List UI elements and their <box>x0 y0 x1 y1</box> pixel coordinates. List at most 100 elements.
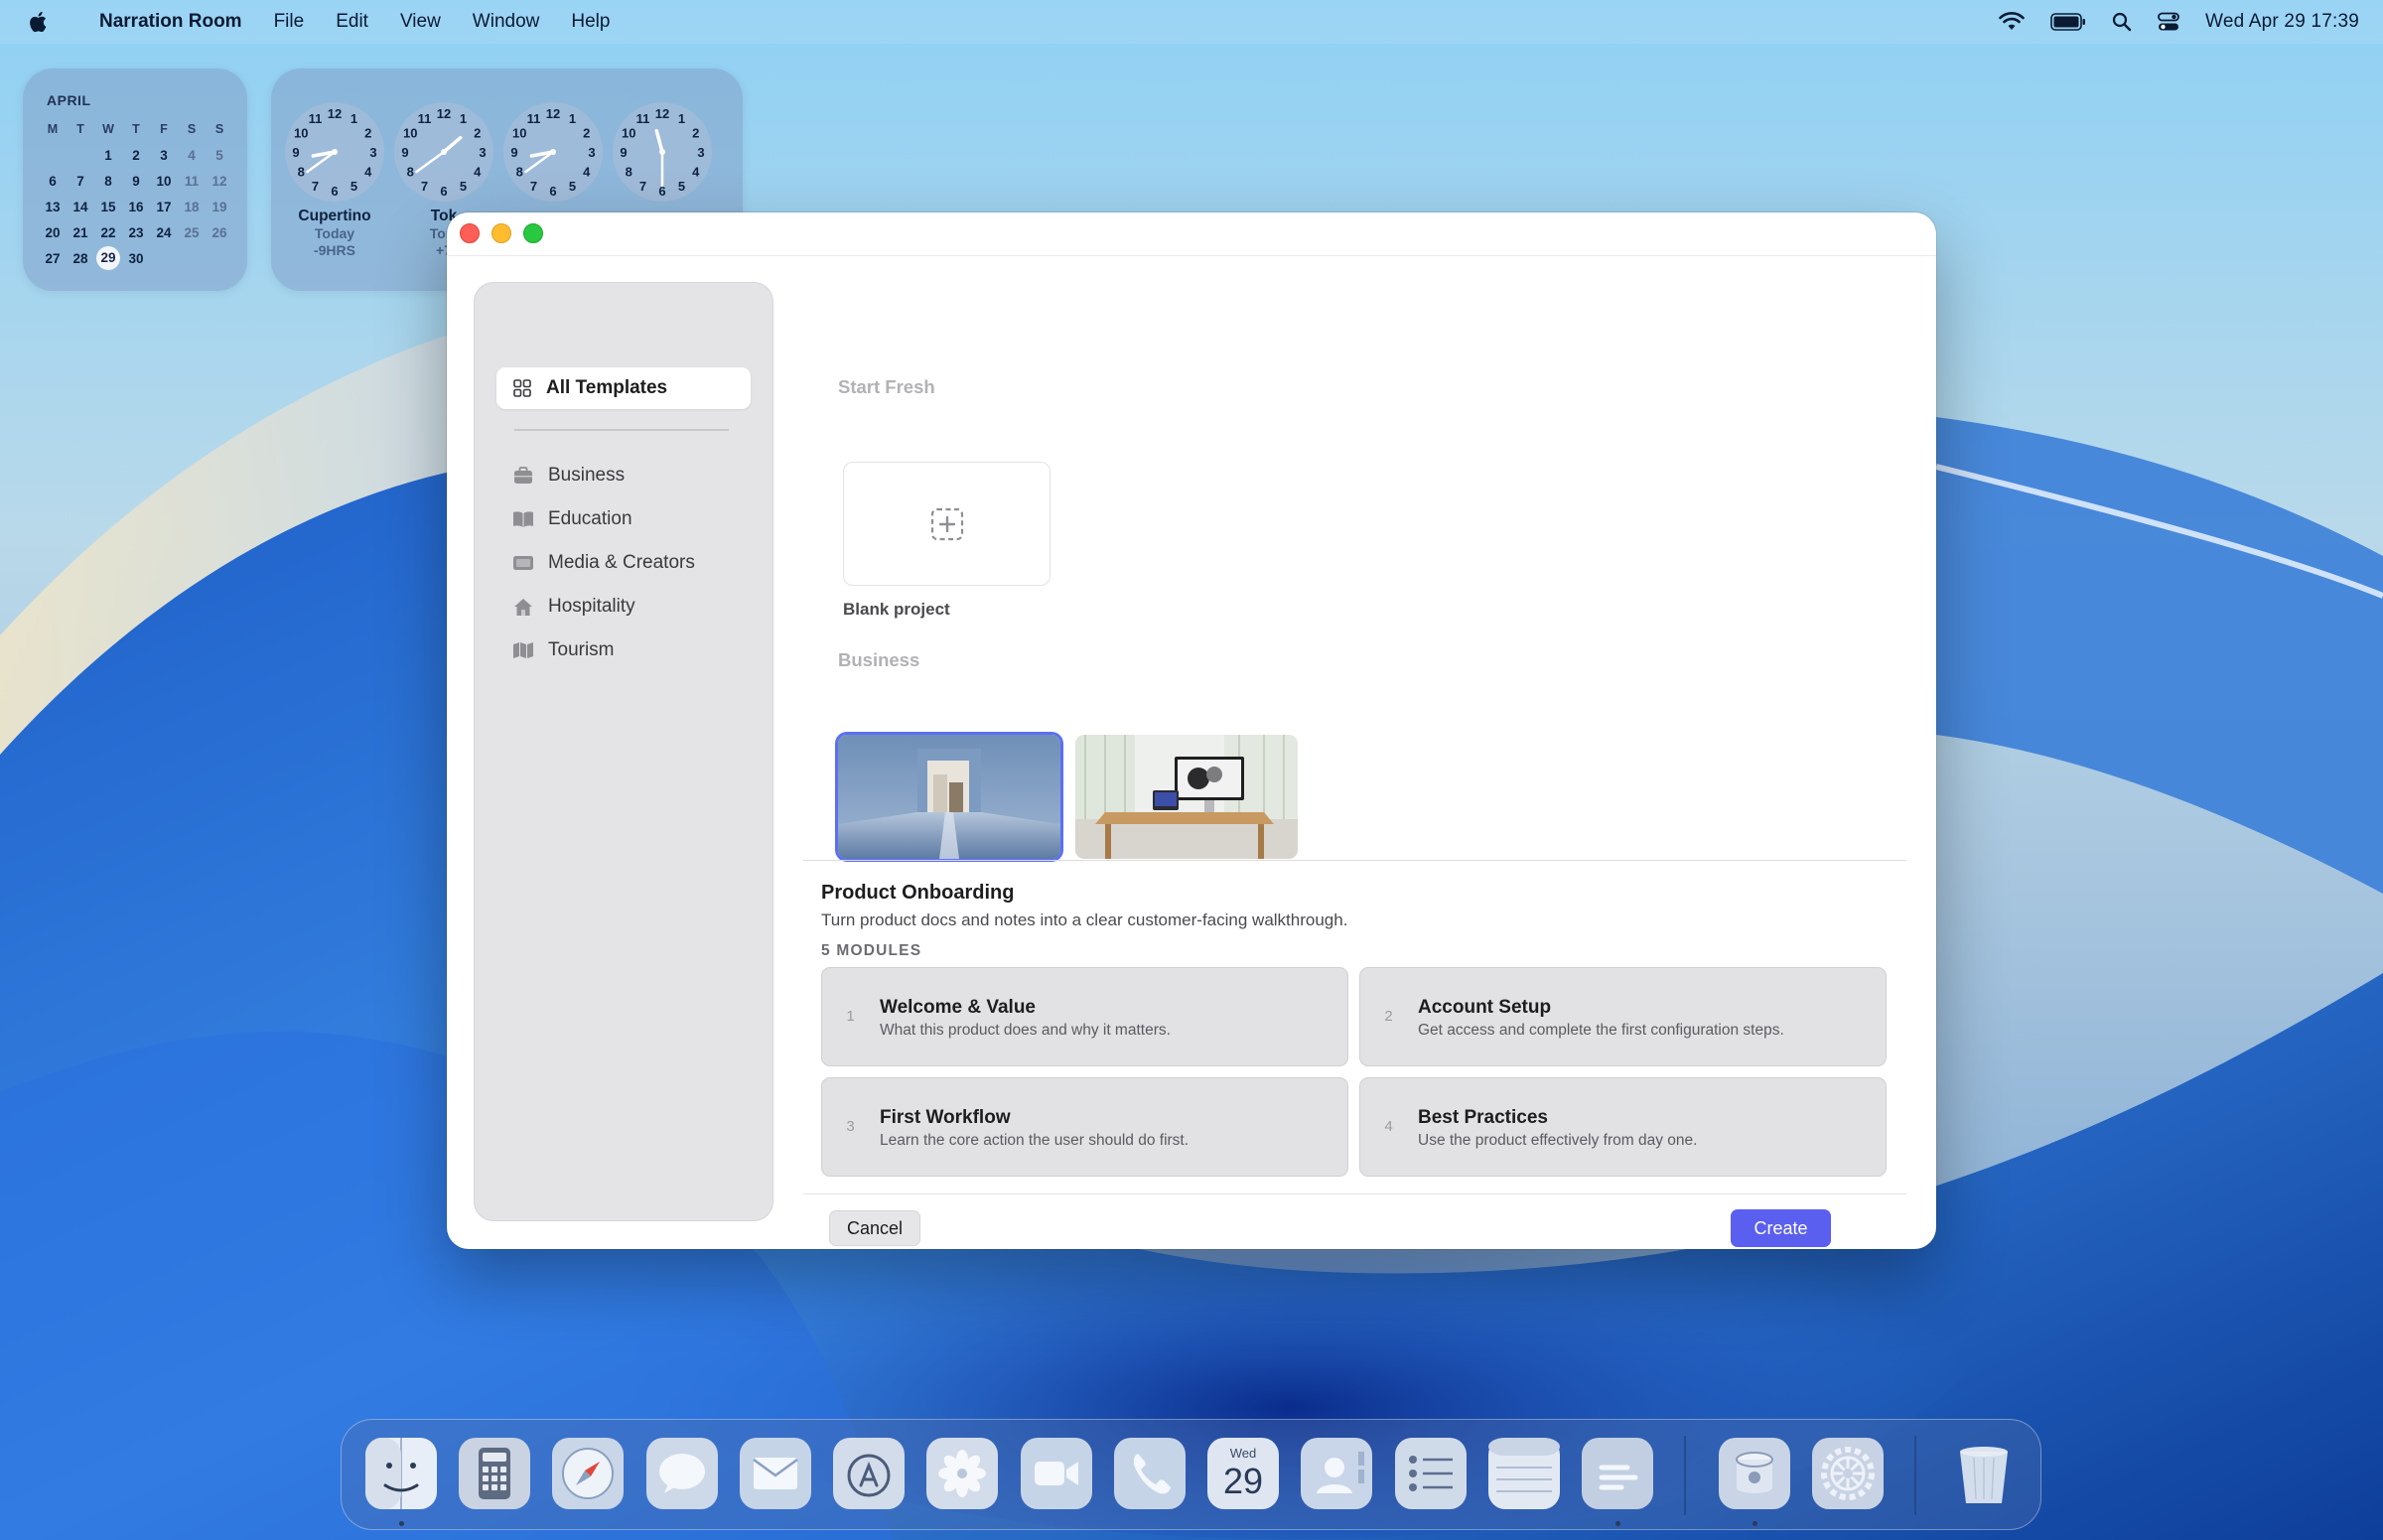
modules-count-label: 5 MODULES <box>821 942 922 959</box>
module-description: Learn the core action the user should do… <box>880 1132 1190 1149</box>
menu-bar-clock[interactable]: Wed Apr 29 17:39 <box>2205 11 2359 33</box>
window-zoom-button[interactable] <box>523 223 543 243</box>
calendar-day: 17 <box>156 199 172 214</box>
sidebar-item-education[interactable]: Education <box>496 499 751 539</box>
calendar-day: 21 <box>72 224 88 240</box>
calendar-today: 29 <box>94 246 122 270</box>
clock-numeral: 1 <box>350 111 357 126</box>
template-content: Start Fresh Blank project Business Produ… <box>803 256 1936 1249</box>
new-project-window: All Templates Business Education Media &… <box>447 212 1936 1249</box>
spotlight-search-icon[interactable] <box>2112 12 2132 32</box>
module-number: 2 <box>1384 1008 1393 1025</box>
calendar-day: 28 <box>72 250 88 266</box>
clock-numeral: 6 <box>331 184 338 199</box>
clock-numeral: 7 <box>530 179 537 194</box>
contacts-dock-app[interactable] <box>1301 1438 1372 1509</box>
narration-room-dock-app[interactable] <box>1582 1438 1653 1509</box>
clock-numeral: 5 <box>569 179 576 194</box>
calendar-widget[interactable]: APRIL M T W T F S S 1 2 3 4 5 6 7 8 9 10 11 12 13 14 1… <box>23 69 247 291</box>
calendar-day: 3 <box>160 147 168 163</box>
sidebar-item-hospitality[interactable]: Hospitality <box>496 587 751 627</box>
clock-numeral: 12 <box>655 106 669 121</box>
svg-text:Wed: Wed <box>1230 1446 1257 1461</box>
template-sidebar: All Templates Business Education Media &… <box>474 282 773 1221</box>
phone-icon <box>1114 1438 1186 1509</box>
messages-icon <box>646 1438 718 1509</box>
clock-center-pin <box>659 149 665 155</box>
clock-numeral: 8 <box>626 165 632 180</box>
wifi-icon[interactable] <box>1999 12 2025 32</box>
app-name-menu[interactable]: Narration Room <box>66 11 258 33</box>
safari-dock-app[interactable] <box>552 1438 624 1509</box>
sidebar-item-all-templates[interactable]: All Templates <box>496 367 751 409</box>
reminders-dock-app[interactable] <box>1395 1438 1467 1509</box>
menu-window[interactable]: Window <box>457 11 556 33</box>
clock-numeral: 4 <box>692 165 700 180</box>
window-close-button[interactable] <box>460 223 480 243</box>
phone-dock-app[interactable] <box>1114 1438 1186 1509</box>
sidebar-item-media-creators[interactable]: Media & Creators <box>496 543 751 583</box>
finder-icon <box>365 1438 437 1509</box>
facetime-icon <box>1021 1438 1092 1509</box>
calendar-week-row: 1 2 3 4 5 <box>39 142 233 168</box>
menu-file[interactable]: File <box>258 11 321 33</box>
menu-help[interactable]: Help <box>555 11 626 33</box>
mail-dock-app[interactable] <box>740 1438 811 1509</box>
calendar-grid: M T W T F S S 1 2 3 4 5 6 7 8 9 10 11 12 13 14 15 16 17 1… <box>39 116 233 271</box>
cancel-button[interactable]: Cancel <box>829 1210 920 1246</box>
menu-view[interactable]: View <box>384 11 457 33</box>
battery-icon[interactable] <box>2050 13 2086 31</box>
clock-numeral: 11 <box>527 111 541 126</box>
template-thumbnail-product-onboarding[interactable] <box>838 735 1060 859</box>
sidebar-item-tourism[interactable]: Tourism <box>496 630 751 670</box>
weekday-label: F <box>160 122 168 136</box>
today-marker: 29 <box>96 246 120 270</box>
trash-dock-app[interactable] <box>1948 1438 2020 1509</box>
module-card[interactable]: 4 Best Practices Use the product effecti… <box>1359 1077 1887 1177</box>
clock-numeral: 1 <box>460 111 467 126</box>
book-icon <box>512 508 534 530</box>
dock-running-indicator <box>1615 1521 1620 1526</box>
module-card[interactable]: 2 Account Setup Get access and complete … <box>1359 967 1887 1066</box>
module-card[interactable]: 1 Welcome & Value What this product does… <box>821 967 1348 1066</box>
template-thumbnail-office[interactable] <box>1075 735 1298 859</box>
weekday-label: T <box>76 122 84 136</box>
notes-dock-app[interactable] <box>1488 1438 1560 1509</box>
clock-numeral: 12 <box>437 106 451 121</box>
module-description: Use the product effectively from day one… <box>1418 1132 1698 1149</box>
clock-label: Cupertino Today -9HRS <box>275 208 394 259</box>
module-card[interactable]: 3 First Workflow Learn the core action t… <box>821 1077 1348 1177</box>
facetime-dock-app[interactable] <box>1021 1438 1092 1509</box>
control-center-icon[interactable] <box>2158 12 2179 32</box>
system-settings-dock-app[interactable] <box>1812 1438 1884 1509</box>
sidebar-item-label: All Templates <box>546 377 668 398</box>
analog-clock-face: 1234567891011 12 <box>394 102 493 202</box>
messages-dock-app[interactable] <box>646 1438 718 1509</box>
apple-menu-icon[interactable] <box>26 9 52 35</box>
calendar-month: APRIL <box>47 92 91 108</box>
sidebar-item-business[interactable]: Business <box>496 456 751 495</box>
template-detail-title: Product Onboarding <box>821 882 1015 904</box>
calendar-dock-app[interactable]: Wed 29 <box>1207 1438 1279 1509</box>
clock-numeral: 10 <box>294 126 308 141</box>
clock-numeral: 2 <box>692 126 699 141</box>
system-settings-icon <box>1812 1438 1884 1509</box>
blank-project-tile[interactable] <box>843 462 1051 586</box>
disk-utility-dock-app[interactable] <box>1719 1438 1790 1509</box>
film-icon <box>512 552 534 574</box>
photos-dock-app[interactable] <box>926 1438 998 1509</box>
menu-edit[interactable]: Edit <box>320 11 384 33</box>
sidebar-item-label: Education <box>548 508 632 529</box>
app-store-dock-app[interactable] <box>833 1438 905 1509</box>
create-button[interactable]: Create <box>1731 1209 1831 1247</box>
desk-office-thumbnail <box>1075 735 1298 859</box>
clock-numeral: 12 <box>546 106 560 121</box>
content-divider <box>803 860 1906 861</box>
calendar-day: 19 <box>211 199 227 214</box>
calculator-dock-app[interactable] <box>459 1438 530 1509</box>
window-minimize-button[interactable] <box>491 223 511 243</box>
calendar-day: 6 <box>49 173 57 189</box>
module-title: Account Setup <box>1418 997 1552 1018</box>
finder-dock-app[interactable] <box>365 1438 437 1509</box>
mail-icon <box>740 1438 811 1509</box>
